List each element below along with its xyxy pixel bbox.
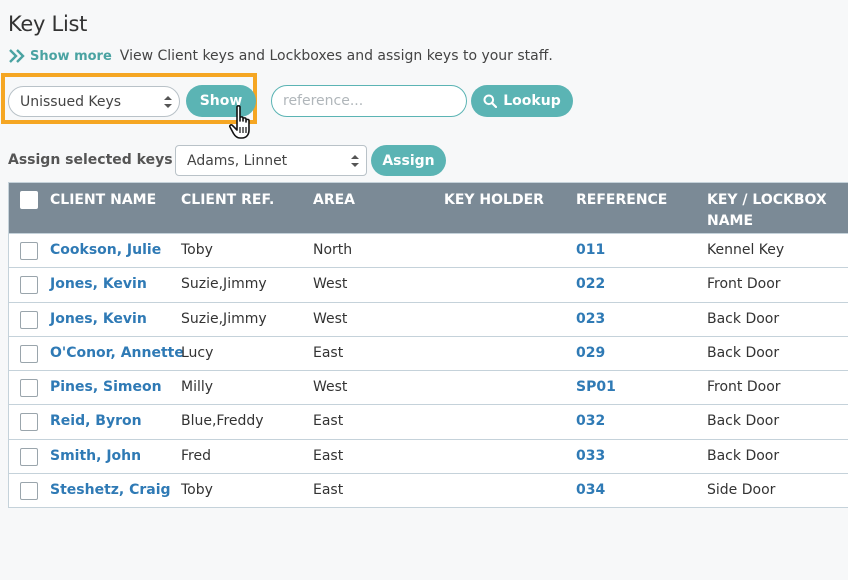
reference-link[interactable]: 011 <box>576 242 605 258</box>
key-name-cell: Side Door <box>707 482 776 499</box>
key-name-cell: Back Door <box>707 413 780 430</box>
assign-label: Assign selected keys to <box>8 152 194 168</box>
select-arrows-icon <box>350 154 360 168</box>
search-icon <box>483 94 498 108</box>
reference-link[interactable]: 022 <box>576 276 605 292</box>
key-name-cell: Back Door <box>707 344 780 361</box>
reference-link[interactable]: 029 <box>576 345 605 361</box>
client-ref-cell: Toby <box>181 242 213 258</box>
area-cell: West <box>313 379 348 396</box>
client-ref-cell: Fred <box>181 447 211 464</box>
area-cell: East <box>313 447 344 464</box>
table-row: Jones, Kevin Suzie,Jimmy West 022 Front Door <box>9 267 848 301</box>
table-row: Cookson, Julie Toby North 011 Kennel Key <box>9 233 848 267</box>
client-name-link[interactable]: Reid, Byron <box>50 413 142 429</box>
lookup-label: Lookup <box>503 93 561 109</box>
row-checkbox[interactable] <box>20 379 38 398</box>
table-body: Cookson, Julie Toby North 011 Kennel Key Jone… <box>9 233 848 507</box>
assign-button[interactable]: Assign <box>371 145 446 176</box>
header-client-ref[interactable]: CLIENT REF. <box>181 190 274 211</box>
staff-select-value: Adams, Linnet <box>187 152 288 169</box>
table-row: Pines, Simeon Milly West SP01 Front Door <box>9 370 848 404</box>
table-row: Smith, John Fred East 033 Back Door <box>9 438 848 473</box>
area-cell: West <box>313 310 348 327</box>
reference-link[interactable]: SP01 <box>576 379 616 395</box>
client-ref-cell: Suzie,Jimmy <box>181 276 267 293</box>
header-client-name[interactable]: CLIENT NAME <box>50 190 156 211</box>
area-cell: East <box>313 413 344 430</box>
select-all-checkbox[interactable] <box>20 191 38 209</box>
row-checkbox[interactable] <box>20 242 38 260</box>
client-name-link[interactable]: Steshetz, Craig <box>50 482 171 498</box>
client-name-link[interactable]: Jones, Kevin <box>50 276 147 292</box>
staff-select[interactable]: Adams, Linnet <box>175 145 367 176</box>
header-reference[interactable]: REFERENCE <box>576 190 667 211</box>
row-checkbox[interactable] <box>20 344 38 363</box>
key-status-select-value: Unissued Keys <box>20 93 122 110</box>
reference-link[interactable]: 034 <box>576 482 605 498</box>
row-checkbox[interactable] <box>20 276 38 295</box>
select-arrows-icon <box>163 95 173 109</box>
row-checkbox[interactable] <box>20 310 38 329</box>
page-title: Key List <box>8 12 88 36</box>
row-checkbox[interactable] <box>20 482 38 501</box>
client-name-link[interactable]: Smith, John <box>50 448 141 464</box>
client-ref-cell: Milly <box>181 379 214 396</box>
client-name-link[interactable]: Pines, Simeon <box>50 379 162 395</box>
table-row: Reid, Byron Blue,Freddy East 032 Back Door <box>9 404 848 438</box>
area-cell: West <box>313 276 348 293</box>
key-name-cell: Front Door <box>707 379 781 396</box>
client-name-link[interactable]: Jones, Kevin <box>50 311 147 327</box>
row-checkbox[interactable] <box>20 447 38 466</box>
reference-input[interactable] <box>271 85 467 117</box>
key-name-cell: Front Door <box>707 276 781 293</box>
client-name-link[interactable]: O'Conor, Annette <box>50 345 184 361</box>
header-key-lockbox-line2: NAME <box>707 213 754 229</box>
keys-table: CLIENT NAME CLIENT REF. AREA KEY HOLDER … <box>8 182 848 509</box>
key-name-cell: Back Door <box>707 310 780 327</box>
table-row: Jones, Kevin Suzie,Jimmy West 023 Back Door <box>9 301 848 336</box>
key-name-cell: Back Door <box>707 447 780 464</box>
page-description: View Client keys and Lockboxes and assig… <box>119 48 553 64</box>
table-header: CLIENT NAME CLIENT REF. AREA KEY HOLDER … <box>9 183 848 233</box>
double-chevron-right-icon[interactable] <box>8 48 26 64</box>
reference-link[interactable]: 023 <box>576 311 605 327</box>
area-cell: North <box>313 242 353 258</box>
client-ref-cell: Lucy <box>181 344 214 361</box>
reference-link[interactable]: 032 <box>576 413 605 429</box>
key-name-cell: Kennel Key <box>707 242 785 258</box>
description-line: Show more View Client keys and Lockboxes… <box>8 48 553 64</box>
hand-pointer-cursor-icon <box>228 104 260 142</box>
client-name-link[interactable]: Cookson, Julie <box>50 242 161 258</box>
client-ref-cell: Suzie,Jimmy <box>181 310 267 327</box>
header-key-holder[interactable]: KEY HOLDER <box>444 190 544 211</box>
client-ref-cell: Toby <box>181 482 213 499</box>
row-checkbox[interactable] <box>20 413 38 432</box>
client-ref-cell: Blue,Freddy <box>181 413 264 430</box>
area-cell: East <box>313 344 344 361</box>
area-cell: East <box>313 482 344 499</box>
header-area[interactable]: AREA <box>313 190 355 211</box>
show-more-link[interactable]: Show more <box>30 49 112 64</box>
header-key-lockbox-line1: KEY / LOCKBOX <box>707 192 827 208</box>
table-row: Steshetz, Craig Toby East 034 Side Door <box>9 473 848 507</box>
key-status-select[interactable]: Unissued Keys <box>8 86 180 117</box>
reference-link[interactable]: 033 <box>576 448 605 464</box>
lookup-button[interactable]: Lookup <box>471 85 573 117</box>
header-key-lockbox-name[interactable]: KEY / LOCKBOX NAME <box>707 190 827 232</box>
table-row: O'Conor, Annette Lucy East 029 Back Door <box>9 335 848 370</box>
